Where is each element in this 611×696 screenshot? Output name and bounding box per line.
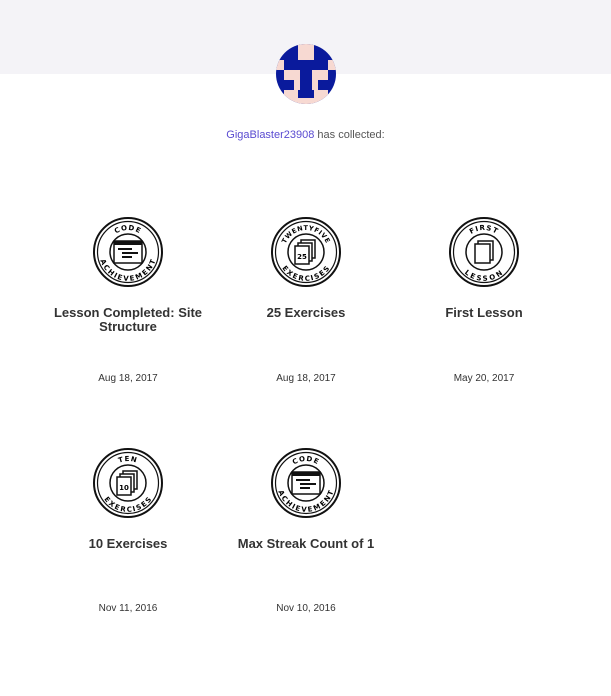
collected-suffix: has collected: — [314, 129, 385, 141]
first-lesson-icon: FIRST LESSON — [449, 217, 519, 287]
badge-title: 10 Exercises — [88, 536, 168, 551]
badge-title: Lesson Completed: Site Structure — [53, 305, 203, 334]
badge-date: Aug 18, 2017 — [98, 373, 158, 384]
badge-card[interactable]: CODE ACHIEVEMENT Lesson Completed: Site … — [48, 216, 208, 384]
code-achievement-icon: CODE ACHIEVEMENT — [271, 448, 341, 518]
avatar[interactable] — [276, 44, 336, 104]
username-link[interactable]: GigaBlaster23908 — [226, 129, 314, 141]
badge-card[interactable]: CODE ACHIEVEMENT Max Streak Count of 1 N… — [226, 447, 386, 614]
badge-number: 25 — [297, 253, 307, 261]
badge-number: 10 — [119, 484, 129, 492]
code-achievement-icon: CODE ACHIEVEMENT — [93, 217, 163, 287]
badge-card[interactable]: TWENTYFIVE EXERCISES 25 25 Exercises Aug… — [226, 216, 386, 384]
badge-title: Max Streak Count of 1 — [237, 536, 375, 551]
badge-card[interactable]: FIRST LESSON First Lesson May 20, 2017 — [404, 216, 564, 384]
badge-date: Aug 18, 2017 — [276, 373, 336, 384]
ten-exercises-icon: TEN EXERCISES 10 — [93, 448, 163, 518]
pixel-avatar-icon — [276, 44, 336, 104]
twentyfive-exercises-icon: TWENTYFIVE EXERCISES 25 — [271, 217, 341, 287]
badge-date: May 20, 2017 — [453, 373, 515, 384]
collected-caption: GigaBlaster23908 has collected: — [0, 129, 611, 141]
badge-date: Nov 11, 2016 — [98, 603, 158, 614]
badge-title: First Lesson — [445, 305, 523, 320]
badge-card[interactable]: TEN EXERCISES 10 10 Exercises Nov 11, 20… — [48, 447, 208, 614]
badge-title: 25 Exercises — [266, 305, 346, 320]
badge-date: Nov 10, 2016 — [276, 603, 336, 614]
